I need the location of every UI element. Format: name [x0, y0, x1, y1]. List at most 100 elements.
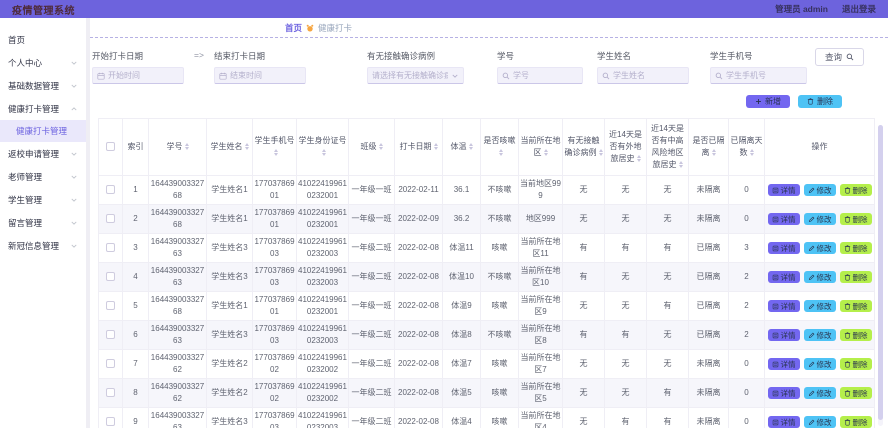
row-trash-button[interactable]: 删除	[839, 358, 872, 370]
row-checkbox[interactable]	[106, 388, 115, 398]
row-edit-button[interactable]: 修改	[803, 242, 836, 254]
filter-input[interactable]: 学号	[497, 67, 583, 84]
sidebar-item[interactable]: 个人中心	[0, 51, 86, 74]
cell-region: 当前所在地区11	[518, 233, 563, 263]
sort-icon[interactable]	[749, 149, 754, 157]
row-checkbox[interactable]	[106, 359, 115, 369]
row-checkbox[interactable]	[106, 301, 115, 311]
row-trash-button[interactable]: 删除	[839, 387, 872, 399]
cell-quarantine: 未隔离	[688, 204, 729, 234]
sidebar-item[interactable]: 留言管理	[0, 211, 86, 234]
sort-icon[interactable]	[543, 149, 548, 157]
column-header-4[interactable]: 学生手机号	[252, 118, 297, 176]
column-header-12[interactable]: 近14天是否有外地旅居史	[604, 118, 647, 176]
row-edit-button[interactable]: 修改	[803, 213, 836, 225]
row-detail-button[interactable]: 详情	[767, 416, 800, 428]
sidebar-item[interactable]: 老师管理	[0, 165, 86, 188]
sort-icon[interactable]	[468, 143, 473, 151]
row-detail-button[interactable]: 详情	[767, 300, 800, 312]
sidebar-item-label: 基础数据管理	[8, 80, 60, 91]
cell-cough: 咳嗽	[480, 291, 519, 321]
column-header-5[interactable]: 学生身份证号	[296, 118, 349, 176]
sort-icon[interactable]	[184, 143, 189, 151]
column-header-3[interactable]: 学生姓名	[206, 118, 253, 176]
sort-icon[interactable]	[378, 143, 383, 151]
query-button[interactable]: 查询	[814, 48, 864, 66]
row-checkbox[interactable]	[106, 243, 115, 253]
row-edit-button[interactable]: 修改	[803, 184, 836, 196]
cell-risk_history: 有	[646, 378, 689, 408]
row-trash-button[interactable]: 删除	[839, 184, 872, 196]
sidebar-item[interactable]: 新冠信息管理	[0, 234, 86, 257]
scrollbar-thumb[interactable]	[878, 125, 883, 420]
select-all-checkbox[interactable]	[106, 142, 115, 152]
breadcrumb-home-link[interactable]: 首页	[285, 22, 302, 34]
sort-icon[interactable]	[273, 149, 278, 157]
row-detail-button[interactable]: 详情	[767, 271, 800, 283]
column-header-8[interactable]: 体温	[442, 118, 481, 176]
cell-cough: 咳嗽	[480, 378, 519, 408]
sort-icon[interactable]	[598, 149, 603, 157]
column-header-14[interactable]: 是否已隔离	[688, 118, 729, 176]
row-trash-button[interactable]: 删除	[839, 300, 872, 312]
row-detail-button[interactable]: 详情	[767, 387, 800, 399]
sort-icon[interactable]	[498, 149, 503, 157]
row-trash-button[interactable]: 删除	[839, 329, 872, 341]
sidebar-subitem[interactable]: 健康打卡管理	[0, 120, 86, 142]
column-header-2[interactable]: 学号	[148, 118, 207, 176]
filter-select[interactable]: 请选择有无接触确诊病例	[367, 67, 464, 84]
sidebar-item[interactable]: 基础数据管理	[0, 74, 86, 97]
row-edit-button[interactable]: 修改	[803, 271, 836, 283]
column-header-13[interactable]: 近14天是否有中高风险地区旅居史	[646, 118, 689, 176]
row-trash-button[interactable]: 删除	[839, 271, 872, 283]
sort-icon[interactable]	[321, 149, 326, 157]
sidebar-item[interactable]: 返校申请管理	[0, 142, 86, 165]
row-edit-button[interactable]: 修改	[803, 329, 836, 341]
sort-icon[interactable]	[678, 161, 683, 169]
cell-date: 2022-02-08	[394, 407, 443, 428]
vertical-scrollbar[interactable]	[878, 125, 883, 426]
filter-input[interactable]: 学生手机号	[710, 67, 807, 84]
filter-input[interactable]: 开始时间	[92, 67, 184, 84]
column-header-11[interactable]: 有无接触确诊病例	[562, 118, 605, 176]
sidebar-item[interactable]: 首页	[0, 28, 86, 51]
column-header-label: 班级	[360, 142, 377, 151]
column-header-9[interactable]: 是否咳嗽	[480, 118, 519, 176]
filter-input[interactable]: 学生姓名	[597, 67, 689, 84]
row-checkbox[interactable]	[106, 214, 115, 224]
sidebar-item[interactable]: 学生管理	[0, 188, 86, 211]
user-account[interactable]: 管理员 admin	[775, 3, 828, 15]
row-checkbox[interactable]	[106, 330, 115, 340]
row-detail-button[interactable]: 详情	[767, 329, 800, 341]
row-detail-button[interactable]: 详情	[767, 184, 800, 196]
sort-icon[interactable]	[433, 143, 438, 151]
sidebar-item[interactable]: 健康打卡管理	[0, 97, 86, 120]
row-edit-button[interactable]: 修改	[803, 300, 836, 312]
row-checkbox[interactable]	[106, 185, 115, 195]
row-trash-button[interactable]: 删除	[839, 242, 872, 254]
row-checkbox[interactable]	[106, 417, 115, 427]
column-header-7[interactable]: 打卡日期	[394, 118, 443, 176]
row-detail-button[interactable]: 详情	[767, 242, 800, 254]
row-trash-button[interactable]: 删除	[839, 416, 872, 428]
row-select-cell	[98, 175, 123, 205]
delete-button[interactable]: 删除	[798, 94, 842, 108]
row-edit-button[interactable]: 修改	[803, 416, 836, 428]
filter-input[interactable]: 结束时间	[214, 67, 306, 84]
column-header-15[interactable]: 已隔离天数	[728, 118, 765, 176]
row-edit-button[interactable]: 修改	[803, 387, 836, 399]
column-header-10[interactable]: 当前所在地区	[518, 118, 563, 176]
row-edit-button[interactable]: 修改	[803, 358, 836, 370]
row-detail-button[interactable]: 详情	[767, 358, 800, 370]
row-trash-button[interactable]: 删除	[839, 213, 872, 225]
column-header-6[interactable]: 班级	[348, 118, 395, 176]
sort-icon[interactable]	[636, 155, 641, 163]
row-detail-button[interactable]: 详情	[767, 213, 800, 225]
logout-link[interactable]: 退出登录	[842, 3, 876, 15]
add-button[interactable]: 新增	[746, 94, 790, 108]
cell-index: 1	[122, 175, 149, 205]
sort-icon[interactable]	[244, 143, 249, 151]
cell-quarantine: 已隔离	[688, 320, 729, 350]
sort-icon[interactable]	[711, 149, 716, 157]
row-checkbox[interactable]	[106, 272, 115, 282]
